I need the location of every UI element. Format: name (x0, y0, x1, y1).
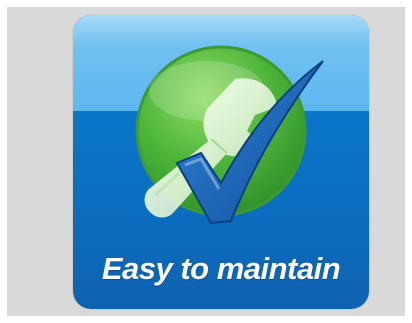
wrench-checkmark-icon (135, 45, 324, 225)
image-frame: Easy to maintain (0, 0, 412, 323)
app-badge: Easy to maintain (73, 15, 369, 309)
badge-caption: Easy to maintain (101, 251, 341, 286)
